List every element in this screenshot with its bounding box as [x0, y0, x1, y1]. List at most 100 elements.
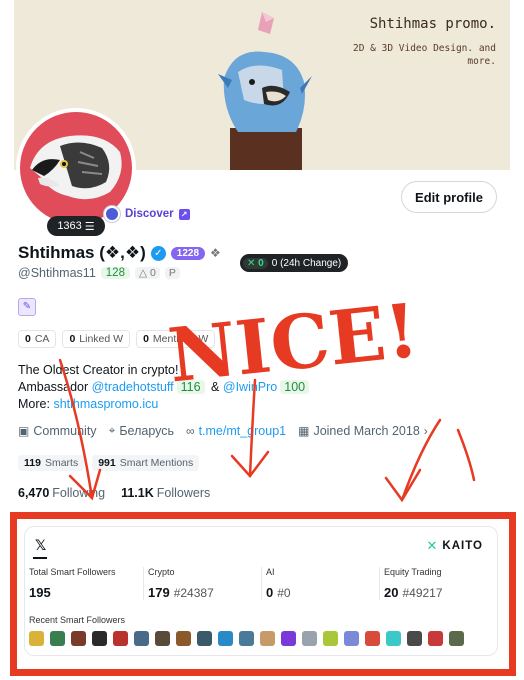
stat-rank: #0 [277, 586, 291, 600]
smarts-label: Smarts [44, 457, 79, 469]
briefcase-icon: ▣ [18, 423, 30, 438]
diamond-cluster-icon: ❖ [210, 246, 221, 260]
smart-follower-avatar[interactable] [29, 631, 44, 646]
smart-follower-avatar[interactable] [281, 631, 296, 646]
stat-label: AI [266, 567, 275, 577]
smart-follower-avatar[interactable] [428, 631, 443, 646]
smart-follower-avatar[interactable] [386, 631, 401, 646]
kaito-stack-icon: ☰ [84, 220, 95, 233]
discover-label: Discover [125, 208, 174, 220]
user-handle: @Shtihmas11 [18, 266, 96, 280]
calendar-icon: ▦ [298, 423, 310, 438]
chevron-right-icon: › [423, 423, 428, 438]
mention-iwinpro[interactable]: @IwinPro [223, 380, 277, 394]
chip-count: 0 [69, 333, 76, 345]
stat-value-wrap: 195 [29, 585, 143, 600]
community-item[interactable]: ▣ Community [18, 424, 97, 438]
smart-mentions-chip[interactable]: 991 Smart Mentions [92, 455, 200, 471]
chip-label: Mentions W [152, 333, 209, 345]
smarts-chip[interactable]: 119 Smarts [18, 455, 85, 471]
kaito-stats-card: 𝕏 ✕ KAITO Total Smart Followers 195 Crypt… [24, 526, 498, 656]
change-x-value: 0 [258, 257, 264, 269]
kaito-stats-row: Total Smart Followers 195 Crypto 179 #243… [25, 567, 497, 600]
smart-mentions-label: Smart Mentions [119, 457, 194, 469]
smart-follower-avatar[interactable] [197, 631, 212, 646]
kaito-mark-icon: ✕ [426, 538, 439, 553]
chip-label: Linked W [79, 333, 124, 345]
name-score-badge: 1228 [170, 246, 206, 260]
handle-row: @Shtihmas11 128 △ 0 P [18, 266, 180, 280]
smart-follower-avatar[interactable] [113, 631, 128, 646]
joined-label: Joined March 2018 [313, 423, 420, 438]
joined-item[interactable]: ▦ Joined March 2018 › [298, 424, 428, 438]
chip-count: 0 [143, 333, 149, 345]
smart-follower-avatar[interactable] [449, 631, 464, 646]
location-pin-icon: ⌖ [108, 423, 116, 437]
x-logo-icon[interactable]: 𝕏 [35, 537, 46, 554]
chip-mentions-w[interactable]: 0 Mentions W [136, 330, 216, 348]
smart-follower-avatar[interactable] [302, 631, 317, 646]
stat-total-smart-followers: Total Smart Followers 195 [25, 567, 143, 600]
handle-sub-badge: △ 0 [134, 267, 160, 279]
handle-sub-value: 0 [149, 267, 156, 279]
change-24h-pill: ✕ 0 0 (24h Change) [240, 254, 349, 272]
smart-follower-avatar[interactable] [218, 631, 233, 646]
discover-link[interactable]: Discover ↗ [104, 206, 190, 222]
recent-smart-followers-list [29, 631, 464, 646]
smart-follower-avatar[interactable] [155, 631, 170, 646]
handle-score-badge: 128 [100, 267, 130, 279]
stat-value-wrap: 20 #49217 [384, 585, 497, 600]
bio-url-link[interactable]: shtihmaspromo.icu [53, 397, 158, 411]
profile-meta: ▣ Community ⌖ Беларусь ∞ t.me/mt_group1 ▦ Jo… [18, 423, 428, 438]
smart-follower-avatar[interactable] [260, 631, 275, 646]
name-row: Shtihmas (❖,❖) ✓ 1228 ❖ [18, 243, 221, 263]
change-x-badge: ✕ 0 [243, 257, 268, 269]
eagle-illustration [218, 12, 312, 170]
mention-tradehotstuff[interactable]: @tradehotstuff [92, 380, 174, 394]
smart-follower-avatar[interactable] [239, 631, 254, 646]
bio-line-3: More: shtihmaspromo.icu [18, 396, 312, 413]
smart-follower-avatar[interactable] [176, 631, 191, 646]
mention-score: 116 [176, 380, 205, 394]
x-tab-underline [33, 557, 47, 559]
kaito-logo[interactable]: ✕ KAITO [427, 538, 483, 554]
stat-rank: #24387 [173, 586, 214, 600]
followers-link[interactable]: 11.1K Followers [121, 486, 210, 500]
smarts-count: 119 [24, 457, 41, 469]
smart-follower-avatar[interactable] [50, 631, 65, 646]
banner-subtitle: 2D & 3D Video Design. and more. [353, 43, 496, 67]
stat-label: Equity Trading [384, 567, 442, 577]
smart-follower-avatar[interactable] [92, 631, 107, 646]
p-icon: P [164, 267, 180, 279]
community-label: Community [33, 423, 97, 438]
location-label: Беларусь [119, 423, 174, 438]
smart-follower-avatar[interactable] [407, 631, 422, 646]
smart-follower-avatar[interactable] [365, 631, 380, 646]
change-24h-text: 0 (24h Change) [271, 257, 342, 269]
website-item[interactable]: ∞ t.me/mt_group1 [186, 424, 286, 438]
edit-profile-button[interactable]: Edit profile [401, 181, 497, 213]
chip-ca[interactable]: 0 CA [18, 330, 57, 348]
website-link[interactable]: t.me/mt_group1 [199, 424, 287, 438]
bio-line-2: Ambassador @tradehotstuff 116 & @IwinPro 1… [18, 379, 312, 396]
verified-check-icon: ✓ [150, 245, 166, 261]
followers-count: 11.1K [121, 486, 154, 500]
smart-follower-avatar[interactable] [71, 631, 86, 646]
chip-count: 0 [25, 333, 31, 345]
smart-follower-avatar[interactable] [323, 631, 338, 646]
avatar-score-value: 1363 [57, 220, 82, 232]
followers-label: Followers [156, 486, 211, 500]
following-link[interactable]: 6,470 Following [18, 486, 105, 500]
avatar-score-badge: 1363 ☰ [47, 216, 105, 236]
pencil-icon[interactable]: ✎ [18, 298, 36, 316]
smart-follower-avatar[interactable] [344, 631, 359, 646]
smart-follower-avatar[interactable] [134, 631, 149, 646]
stat-rank: #49217 [402, 586, 443, 600]
stat-crypto: Crypto 179 #24387 [143, 567, 261, 600]
kaito-brand: KAITO [442, 540, 483, 552]
following-count: 6,470 [18, 486, 50, 500]
chip-linked-w[interactable]: 0 Linked W [62, 330, 131, 348]
link-icon: ∞ [186, 423, 195, 438]
discover-avatar-icon [104, 206, 120, 222]
stat-ai: AI 0 #0 [261, 567, 379, 600]
